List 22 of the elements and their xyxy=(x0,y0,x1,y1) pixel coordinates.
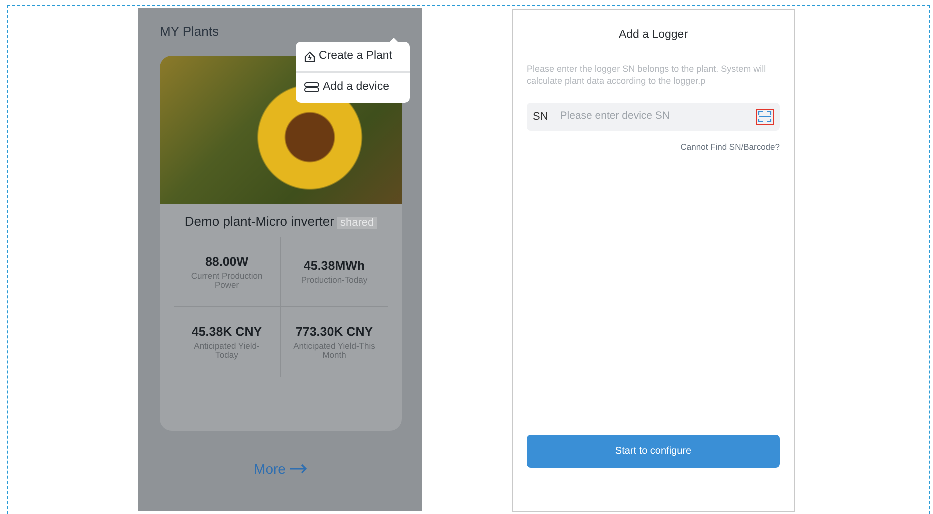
arrow-icon xyxy=(290,464,308,474)
screen-title: Add a Logger xyxy=(618,28,690,43)
help-link[interactable]: Cannot Find SN/Barcode? xyxy=(680,140,780,154)
sn-input-field[interactable]: Please enter device SN xyxy=(558,108,746,126)
stat-value: 45.38K CNY xyxy=(192,324,262,342)
house-icon xyxy=(304,50,316,63)
stat-label: Current Production Power xyxy=(190,272,264,290)
sn-field[interactable]: SN Please enter device SN xyxy=(527,102,780,131)
stat-label: Anticipated Yield-Today xyxy=(193,342,261,361)
stat-label: Anticipated Yield-This Month xyxy=(292,342,376,361)
start-button[interactable]: Start to configure xyxy=(527,435,780,468)
plant-name: Demo plant-Micro inverter xyxy=(184,214,334,228)
stat-value: 88.00W xyxy=(205,254,249,271)
instruction-text: Please enter the logger SN belongs to the plant. System will calculate plant data according to the logger.p xyxy=(527,64,768,87)
stat-value: 45.38MWh xyxy=(304,258,366,276)
sn-label: SN xyxy=(533,110,548,124)
scan-icon[interactable] xyxy=(756,108,774,125)
screen-title: MY Plants xyxy=(160,23,220,41)
menu-item[interactable]: Add a device xyxy=(296,71,410,102)
stat-value: 773.30K CNY xyxy=(296,324,374,342)
device-icon xyxy=(304,82,320,94)
stat-label: Production-Today xyxy=(301,276,368,286)
